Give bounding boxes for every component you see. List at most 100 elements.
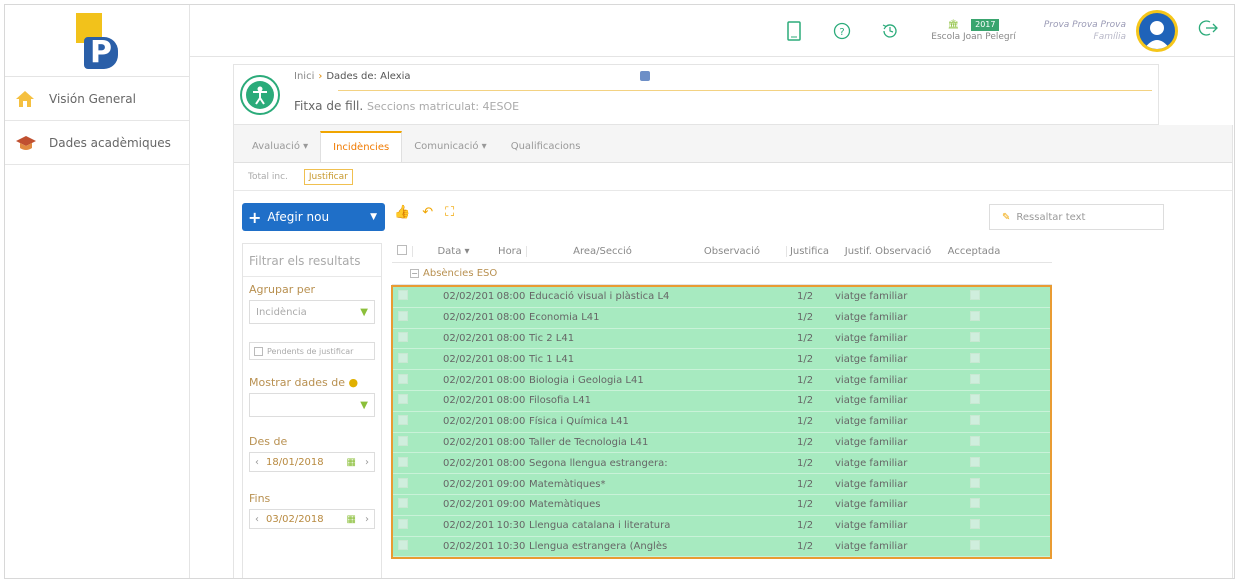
add-new-button[interactable]: + Afegir nou ▼ xyxy=(242,203,385,231)
row-checkbox[interactable] xyxy=(393,331,413,345)
check-circle-icon[interactable]: ● xyxy=(349,376,359,389)
row-accepted-checkbox[interactable] xyxy=(945,435,1005,449)
row-time: 08:00 xyxy=(496,374,526,386)
logout-icon[interactable] xyxy=(1198,18,1218,43)
table-row[interactable]: 02/02/2018 08:00 Tic 2 L41 1/2 viatge famili… xyxy=(393,329,1050,350)
checkbox-icon xyxy=(254,346,263,356)
row-accepted-checkbox[interactable] xyxy=(945,477,1005,491)
column-time[interactable]: Hora xyxy=(494,246,526,257)
avatar[interactable] xyxy=(1136,9,1178,52)
row-accepted-checkbox[interactable] xyxy=(945,519,1005,532)
column-justifies[interactable]: Justifica xyxy=(786,246,832,257)
row-accepted-checkbox[interactable] xyxy=(945,290,1005,303)
to-date-value[interactable]: 03/02/2018 xyxy=(264,514,347,525)
row-checkbox[interactable] xyxy=(393,373,413,387)
row-checkbox[interactable] xyxy=(393,477,413,491)
row-accepted-checkbox[interactable] xyxy=(945,373,1005,387)
pending-checkbox[interactable]: Pendents de justificar xyxy=(249,342,375,360)
table-row[interactable]: 02/02/2018 08:00 Tic 1 L41 1/2 viatge famili… xyxy=(393,349,1050,371)
row-checkbox[interactable] xyxy=(393,415,413,428)
row-accepted-checkbox[interactable] xyxy=(945,498,1005,511)
sidebar-item-dades-academiques[interactable]: Dades acadèmiques xyxy=(5,121,189,165)
reply-icon[interactable]: ↶ xyxy=(422,205,433,220)
column-area[interactable]: Àrea/Secció xyxy=(526,246,678,257)
breadcrumb: Inici › Dades de: Alexia xyxy=(294,71,411,82)
row-checkbox[interactable] xyxy=(393,456,413,470)
column-justif-observation[interactable]: Justif. Observació xyxy=(832,246,944,257)
expand-icon[interactable]: ⛶ xyxy=(445,205,454,220)
row-justif-observation: viatge familiar xyxy=(835,374,908,386)
logo-area[interactable]: P xyxy=(5,5,190,77)
tab-comunicacio[interactable]: Comunicació ▾ xyxy=(402,132,499,162)
school-building-icon: 🏛 xyxy=(947,19,960,30)
table-row[interactable]: 02/02/2018 08:00 Taller de Tecnologia L41 1… xyxy=(393,433,1050,454)
row-checkbox[interactable] xyxy=(393,435,413,449)
row-justifies: 1/2 xyxy=(797,540,814,552)
chevron-left-icon[interactable]: ‹ xyxy=(250,457,264,468)
from-date-picker[interactable]: ‹ 18/01/2018 ▦ › xyxy=(249,452,375,472)
row-checkbox[interactable] xyxy=(393,519,413,532)
calendar-icon[interactable]: ▦ xyxy=(347,457,356,468)
from-date-value[interactable]: 18/01/2018 xyxy=(264,457,347,468)
row-checkbox[interactable] xyxy=(393,311,413,324)
row-checkbox[interactable] xyxy=(393,498,413,511)
subtab-total-inc[interactable]: Total inc. xyxy=(244,170,292,184)
column-date[interactable]: Data ▾ xyxy=(412,246,494,257)
table-row[interactable]: 02/02/2018 08:00 Economia L41 1/2 viatge fam… xyxy=(393,308,1050,329)
row-accepted-checkbox[interactable] xyxy=(945,539,1005,553)
row-checkbox[interactable] xyxy=(393,394,413,407)
row-checkbox[interactable] xyxy=(393,539,413,553)
user-info[interactable]: Prova Prova Prova Família xyxy=(1044,19,1126,43)
school-info[interactable]: 🏛 2017 Escola Joan Pelegrí xyxy=(931,18,1016,43)
table-row[interactable]: 02/02/2018 08:00 Filosofia L41 1/2 viatge fa… xyxy=(393,391,1050,412)
subtab-justificar[interactable]: Justificar xyxy=(303,168,353,185)
group-by-select[interactable]: Incidència ▼ xyxy=(249,300,375,324)
logo-letters: P xyxy=(84,36,118,69)
checkbox-icon xyxy=(970,373,980,384)
table-row[interactable]: 02/02/2018 08:00 Segona llengua estrangera… xyxy=(393,453,1050,475)
table-row[interactable]: 02/02/2018 10:30 Llengua catalana i litera… xyxy=(393,516,1050,537)
row-accepted-checkbox[interactable] xyxy=(945,456,1005,470)
table-row[interactable]: 02/02/2018 10:30 Llengua estrangera (Anglè… xyxy=(393,537,1050,558)
row-accepted-checkbox[interactable] xyxy=(945,394,1005,407)
table-row[interactable]: 02/02/2018 08:00 Física i Química L41 1/2 vi… xyxy=(393,412,1050,433)
sidebar-item-vision-general[interactable]: Visión General xyxy=(5,77,189,121)
row-accepted-checkbox[interactable] xyxy=(945,415,1005,428)
row-accepted-checkbox[interactable] xyxy=(945,331,1005,345)
column-accepted[interactable]: Acceptada xyxy=(944,246,1004,257)
table-row[interactable]: 02/02/2018 09:00 Matemàtiques* 1/2 viatge fa… xyxy=(393,474,1050,495)
column-observation[interactable]: Observació xyxy=(678,246,786,257)
row-checkbox[interactable] xyxy=(393,290,413,303)
table-row[interactable]: 02/02/2018 08:00 Biologia i Geologia L41 1/… xyxy=(393,370,1050,391)
chevron-right-icon[interactable]: › xyxy=(360,514,374,525)
app-logo[interactable]: P xyxy=(76,12,118,69)
breadcrumb-home[interactable]: Inici xyxy=(294,71,314,82)
highlight-text-input[interactable]: ✎ Ressaltar text xyxy=(989,204,1164,230)
tab-qualificacions[interactable]: Qualificacions xyxy=(499,132,593,162)
checkbox-icon xyxy=(398,290,408,301)
group-row[interactable]: − Absències ESO xyxy=(392,263,1052,285)
tab-avaluacio[interactable]: Avaluació ▾ xyxy=(240,132,320,162)
thumbs-up-icon[interactable]: 👍 xyxy=(394,205,410,220)
tablet-icon[interactable] xyxy=(781,18,807,44)
row-time: 08:00 xyxy=(496,332,526,344)
row-date: 02/02/2018 xyxy=(443,416,495,428)
student-dropdown-icon[interactable] xyxy=(640,71,650,81)
to-date-picker[interactable]: ‹ 03/02/2018 ▦ › xyxy=(249,509,375,529)
history-icon[interactable] xyxy=(877,18,903,44)
chevron-right-icon[interactable]: › xyxy=(360,457,374,468)
sidebar-item-label: Visión General xyxy=(49,91,136,106)
calendar-icon[interactable]: ▦ xyxy=(347,514,356,525)
chevron-down-icon[interactable]: ▼ xyxy=(370,212,377,222)
show-data-select[interactable]: ▼ xyxy=(249,393,375,417)
table-row[interactable]: 02/02/2018 08:00 Educació visual i plàstic… xyxy=(393,287,1050,308)
chevron-left-icon[interactable]: ‹ xyxy=(250,514,264,525)
collapse-icon[interactable]: − xyxy=(410,269,419,278)
select-all-checkbox[interactable] xyxy=(392,245,412,258)
table-row[interactable]: 02/02/2018 09:00 Matemàtiques 1/2 viatge fam… xyxy=(393,495,1050,516)
row-checkbox[interactable] xyxy=(393,352,413,366)
tab-incidencies[interactable]: Incidències xyxy=(320,131,403,162)
help-icon[interactable]: ? xyxy=(829,18,855,44)
row-accepted-checkbox[interactable] xyxy=(945,352,1005,366)
row-accepted-checkbox[interactable] xyxy=(945,311,1005,324)
